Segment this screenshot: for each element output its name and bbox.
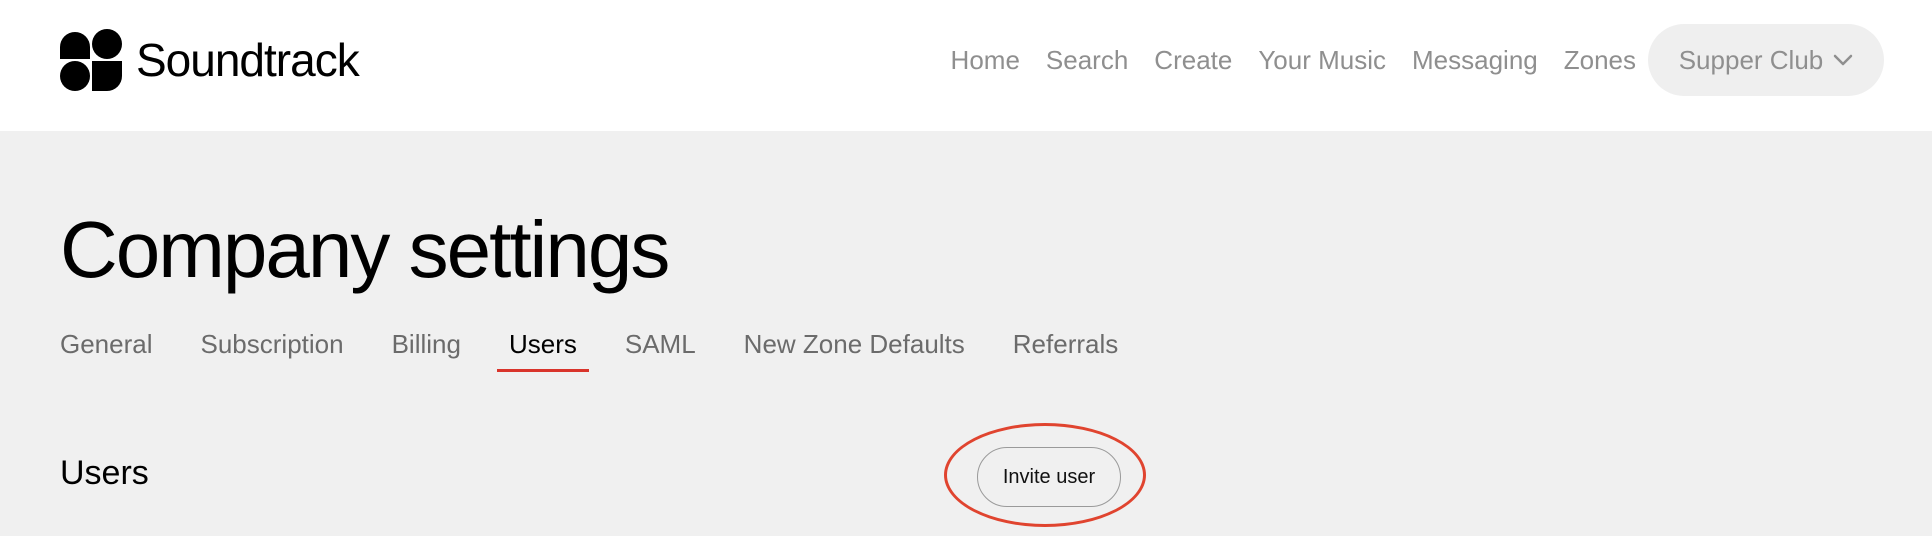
main-nav: Home Search Create Your Music Messaging … [925,40,1636,80]
tab-referrals[interactable]: Referrals [1013,325,1118,373]
tab-users[interactable]: Users [496,325,589,373]
tab-general[interactable]: General [60,325,153,373]
account-switcher-button[interactable]: Supper Club [1648,24,1884,96]
nav-search[interactable]: Search [1046,45,1128,76]
nav-create[interactable]: Create [1154,45,1232,76]
section-title: Users [60,454,149,492]
chevron-down-icon [1834,54,1853,66]
tab-subscription[interactable]: Subscription [201,325,344,373]
top-header: Soundtrack Home Search Create Your Music… [0,0,1932,131]
tab-billing[interactable]: Billing [392,325,461,373]
nav-zones[interactable]: Zones [1564,45,1636,76]
nav-home[interactable]: Home [951,45,1020,76]
tab-saml[interactable]: SAML [625,325,696,373]
tab-new-zone-defaults[interactable]: New Zone Defaults [744,325,965,373]
settings-tabs: General Subscription Billing Users SAML … [60,325,1166,373]
brand-logo[interactable]: Soundtrack [60,29,360,91]
nav-messaging[interactable]: Messaging [1412,45,1538,76]
account-name: Supper Club [1678,44,1824,75]
page-title: Company settings [60,205,670,294]
invite-user-button[interactable]: Invite user [977,447,1121,507]
nav-your-music[interactable]: Your Music [1258,45,1386,76]
soundtrack-logo-icon [60,29,122,91]
annotation-circle: Invite user [944,423,1146,527]
brand-name: Soundtrack [136,34,360,86]
